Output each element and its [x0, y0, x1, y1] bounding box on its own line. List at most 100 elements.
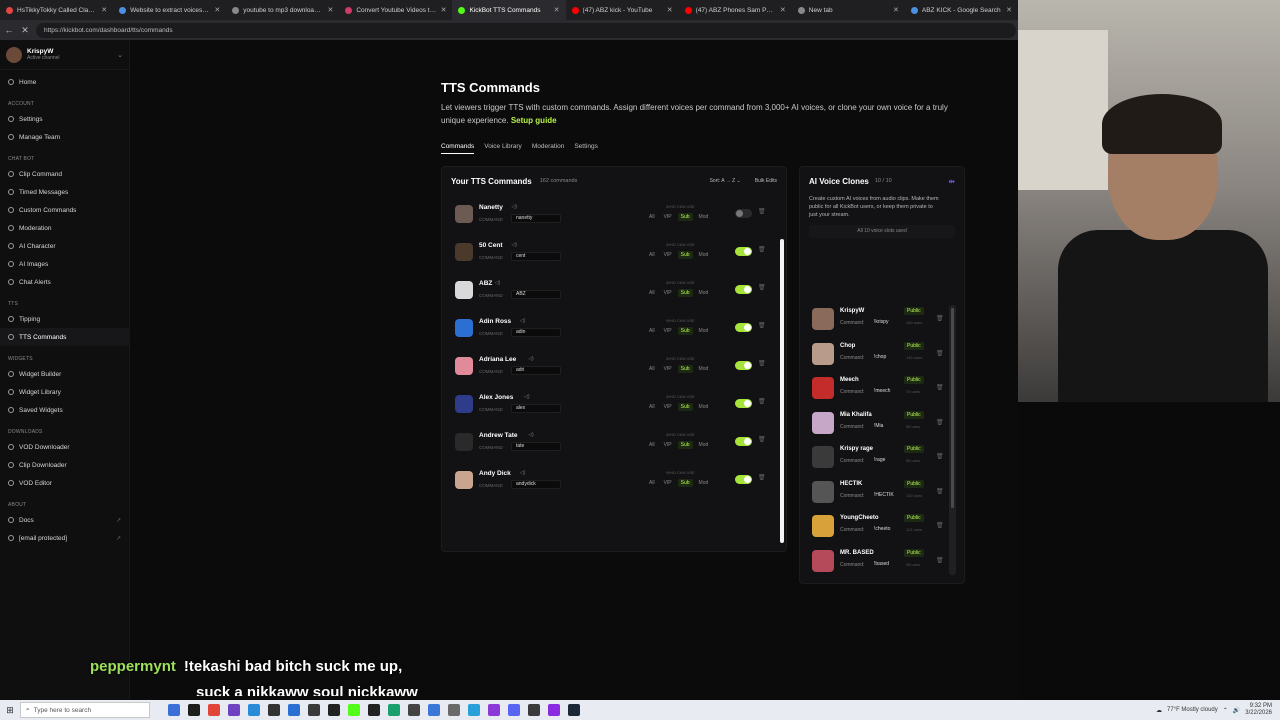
app-icon[interactable]	[168, 704, 180, 716]
sidebar-item-clip-command[interactable]: Clip Command	[0, 165, 129, 183]
trash-icon[interactable]: 🗑	[936, 419, 944, 426]
trash-icon[interactable]: 🗑	[936, 350, 944, 357]
permission-vip[interactable]: VIP	[661, 327, 675, 335]
browser-tab[interactable]: (47) ABZ kick - YouTube ✕	[566, 0, 679, 20]
trash-icon[interactable]: 🗑	[758, 284, 766, 291]
app-icon[interactable]	[388, 704, 400, 716]
sidebar-item-tts-commands[interactable]: TTS Commands	[0, 328, 129, 346]
sidebar-item-saved-widgets[interactable]: Saved Widgets	[0, 401, 129, 419]
close-tab-icon[interactable]: ✕	[667, 6, 673, 14]
permission-vip[interactable]: VIP	[661, 403, 675, 411]
app-icon[interactable]	[528, 704, 540, 716]
enable-toggle[interactable]	[735, 361, 752, 370]
app-icon[interactable]	[368, 704, 380, 716]
close-tab-icon[interactable]: ✕	[554, 6, 560, 14]
permission-mod[interactable]: Mod	[696, 365, 712, 373]
speaker-icon[interactable]: ◁)	[528, 356, 534, 362]
speaker-icon[interactable]: ◁)	[520, 318, 526, 324]
command-input[interactable]: ABZ	[511, 290, 561, 299]
permission-sub[interactable]: Sub	[677, 441, 693, 449]
scrollbar-thumb[interactable]	[951, 308, 954, 508]
sidebar-item-home[interactable]: Home	[0, 73, 129, 91]
speaker-icon[interactable]: ◁)	[511, 204, 517, 210]
speaker-icon[interactable]: ◁)	[528, 432, 534, 438]
public-badge[interactable]: Public	[904, 445, 924, 453]
trash-icon[interactable]: 🗑	[758, 398, 766, 405]
enable-toggle[interactable]	[735, 399, 752, 408]
app-icon[interactable]	[188, 704, 200, 716]
browser-tab[interactable]: Website to extract voices from ✕	[113, 0, 226, 20]
app-icon[interactable]	[348, 704, 360, 716]
sidebar-item-moderation[interactable]: Moderation	[0, 219, 129, 237]
trash-icon[interactable]: 🗑	[936, 315, 944, 322]
windows-start-icon[interactable]: ⊞	[0, 705, 20, 716]
permission-vip[interactable]: VIP	[661, 365, 675, 373]
app-icon[interactable]	[228, 704, 240, 716]
close-tab-icon[interactable]: ✕	[893, 6, 899, 14]
enable-toggle[interactable]	[735, 285, 752, 294]
command-input[interactable]: alex	[511, 404, 561, 413]
tab-moderation[interactable]: Moderation	[532, 143, 565, 154]
permission-sub[interactable]: Sub	[677, 327, 693, 335]
close-tab-icon[interactable]: ✕	[101, 6, 107, 14]
close-tab-icon[interactable]: ✕	[1006, 6, 1012, 14]
sidebar-item-docs[interactable]: Docs ↗	[0, 511, 129, 529]
public-badge[interactable]: Public	[904, 376, 924, 384]
speaker-icon[interactable]: ◁)	[524, 394, 530, 400]
browser-tab[interactable]: (47) ABZ Phones Sam Pepper & ✕	[679, 0, 792, 20]
permission-mod[interactable]: Mod	[696, 441, 712, 449]
setup-guide-link[interactable]: Setup guide	[511, 116, 557, 125]
tab-settings[interactable]: Settings	[574, 143, 598, 154]
app-icon[interactable]	[548, 704, 560, 716]
clones-scrollbar[interactable]	[949, 305, 956, 575]
command-input[interactable]: tate	[511, 442, 561, 451]
sidebar-item-clip-downloader[interactable]: Clip Downloader	[0, 456, 129, 474]
bulk-edits-button[interactable]: Bulk Edits	[755, 178, 777, 184]
trash-icon[interactable]: 🗑	[758, 436, 766, 443]
trash-icon[interactable]: 🗑	[936, 522, 944, 529]
browser-tab[interactable]: youtube to mp3 downloader - G✕	[226, 0, 339, 20]
sidebar-item-ai-character[interactable]: AI Character	[0, 237, 129, 255]
permission-sub[interactable]: Sub	[677, 213, 693, 221]
clock[interactable]: 9:32 PM 3/22/2026	[1245, 703, 1272, 717]
permission-sub[interactable]: Sub	[677, 479, 693, 487]
sidebar-item-widget-builder[interactable]: Widget Builder	[0, 365, 129, 383]
channel-switcher[interactable]: KrispyW Active channel ⌄	[0, 40, 129, 70]
enable-toggle[interactable]	[735, 247, 752, 256]
app-icon[interactable]	[408, 704, 420, 716]
browser-tab[interactable]: New tab ✕	[792, 0, 905, 20]
trash-icon[interactable]: 🗑	[936, 384, 944, 391]
public-badge[interactable]: Public	[904, 410, 924, 419]
sidebar-item-ai-images[interactable]: AI Images	[0, 255, 129, 273]
permission-sub[interactable]: Sub	[677, 289, 693, 297]
app-icon[interactable]	[308, 704, 320, 716]
trash-icon[interactable]: 🗑	[758, 474, 766, 481]
enable-toggle[interactable]	[735, 209, 752, 218]
sort-dropdown[interactable]: Sort: A → Z ⌄	[710, 178, 741, 184]
speaker-icon[interactable]: ◁)	[495, 280, 501, 286]
app-icon[interactable]	[448, 704, 460, 716]
trash-icon[interactable]: 🗑	[936, 453, 944, 460]
close-tab-icon[interactable]: ✕	[327, 6, 333, 14]
trash-icon[interactable]: 🗑	[758, 322, 766, 329]
command-input[interactable]: andydick	[511, 480, 561, 489]
permission-mod[interactable]: Mod	[696, 479, 712, 487]
trash-icon[interactable]: 🗑	[936, 557, 944, 564]
taskbar-search[interactable]: ⌕ Type here to search	[20, 702, 150, 718]
sidebar-item--email-protected-[interactable]: [email protected] ↗	[0, 529, 129, 547]
trash-icon[interactable]: 🗑	[758, 360, 766, 367]
permission-vip[interactable]: VIP	[661, 251, 675, 259]
command-input[interactable]: adri	[511, 366, 561, 375]
sidebar-item-timed-messages[interactable]: Timed Messages	[0, 183, 129, 201]
browser-tab[interactable]: KickBot TTS Commands ✕	[452, 0, 566, 20]
public-badge[interactable]: Public	[904, 307, 924, 315]
permission-mod[interactable]: Mod	[696, 251, 712, 259]
close-tab-icon[interactable]: ✕	[214, 6, 220, 14]
trash-icon[interactable]: 🗑	[758, 246, 766, 253]
close-icon[interactable]: ✕	[20, 25, 30, 36]
browser-tab[interactable]: Convert Youtube Videos to MP3 ✕	[339, 0, 452, 20]
app-icon[interactable]	[268, 704, 280, 716]
permission-all[interactable]: All	[646, 251, 658, 259]
permission-sub[interactable]: Sub	[677, 251, 693, 259]
app-icon[interactable]	[508, 704, 520, 716]
